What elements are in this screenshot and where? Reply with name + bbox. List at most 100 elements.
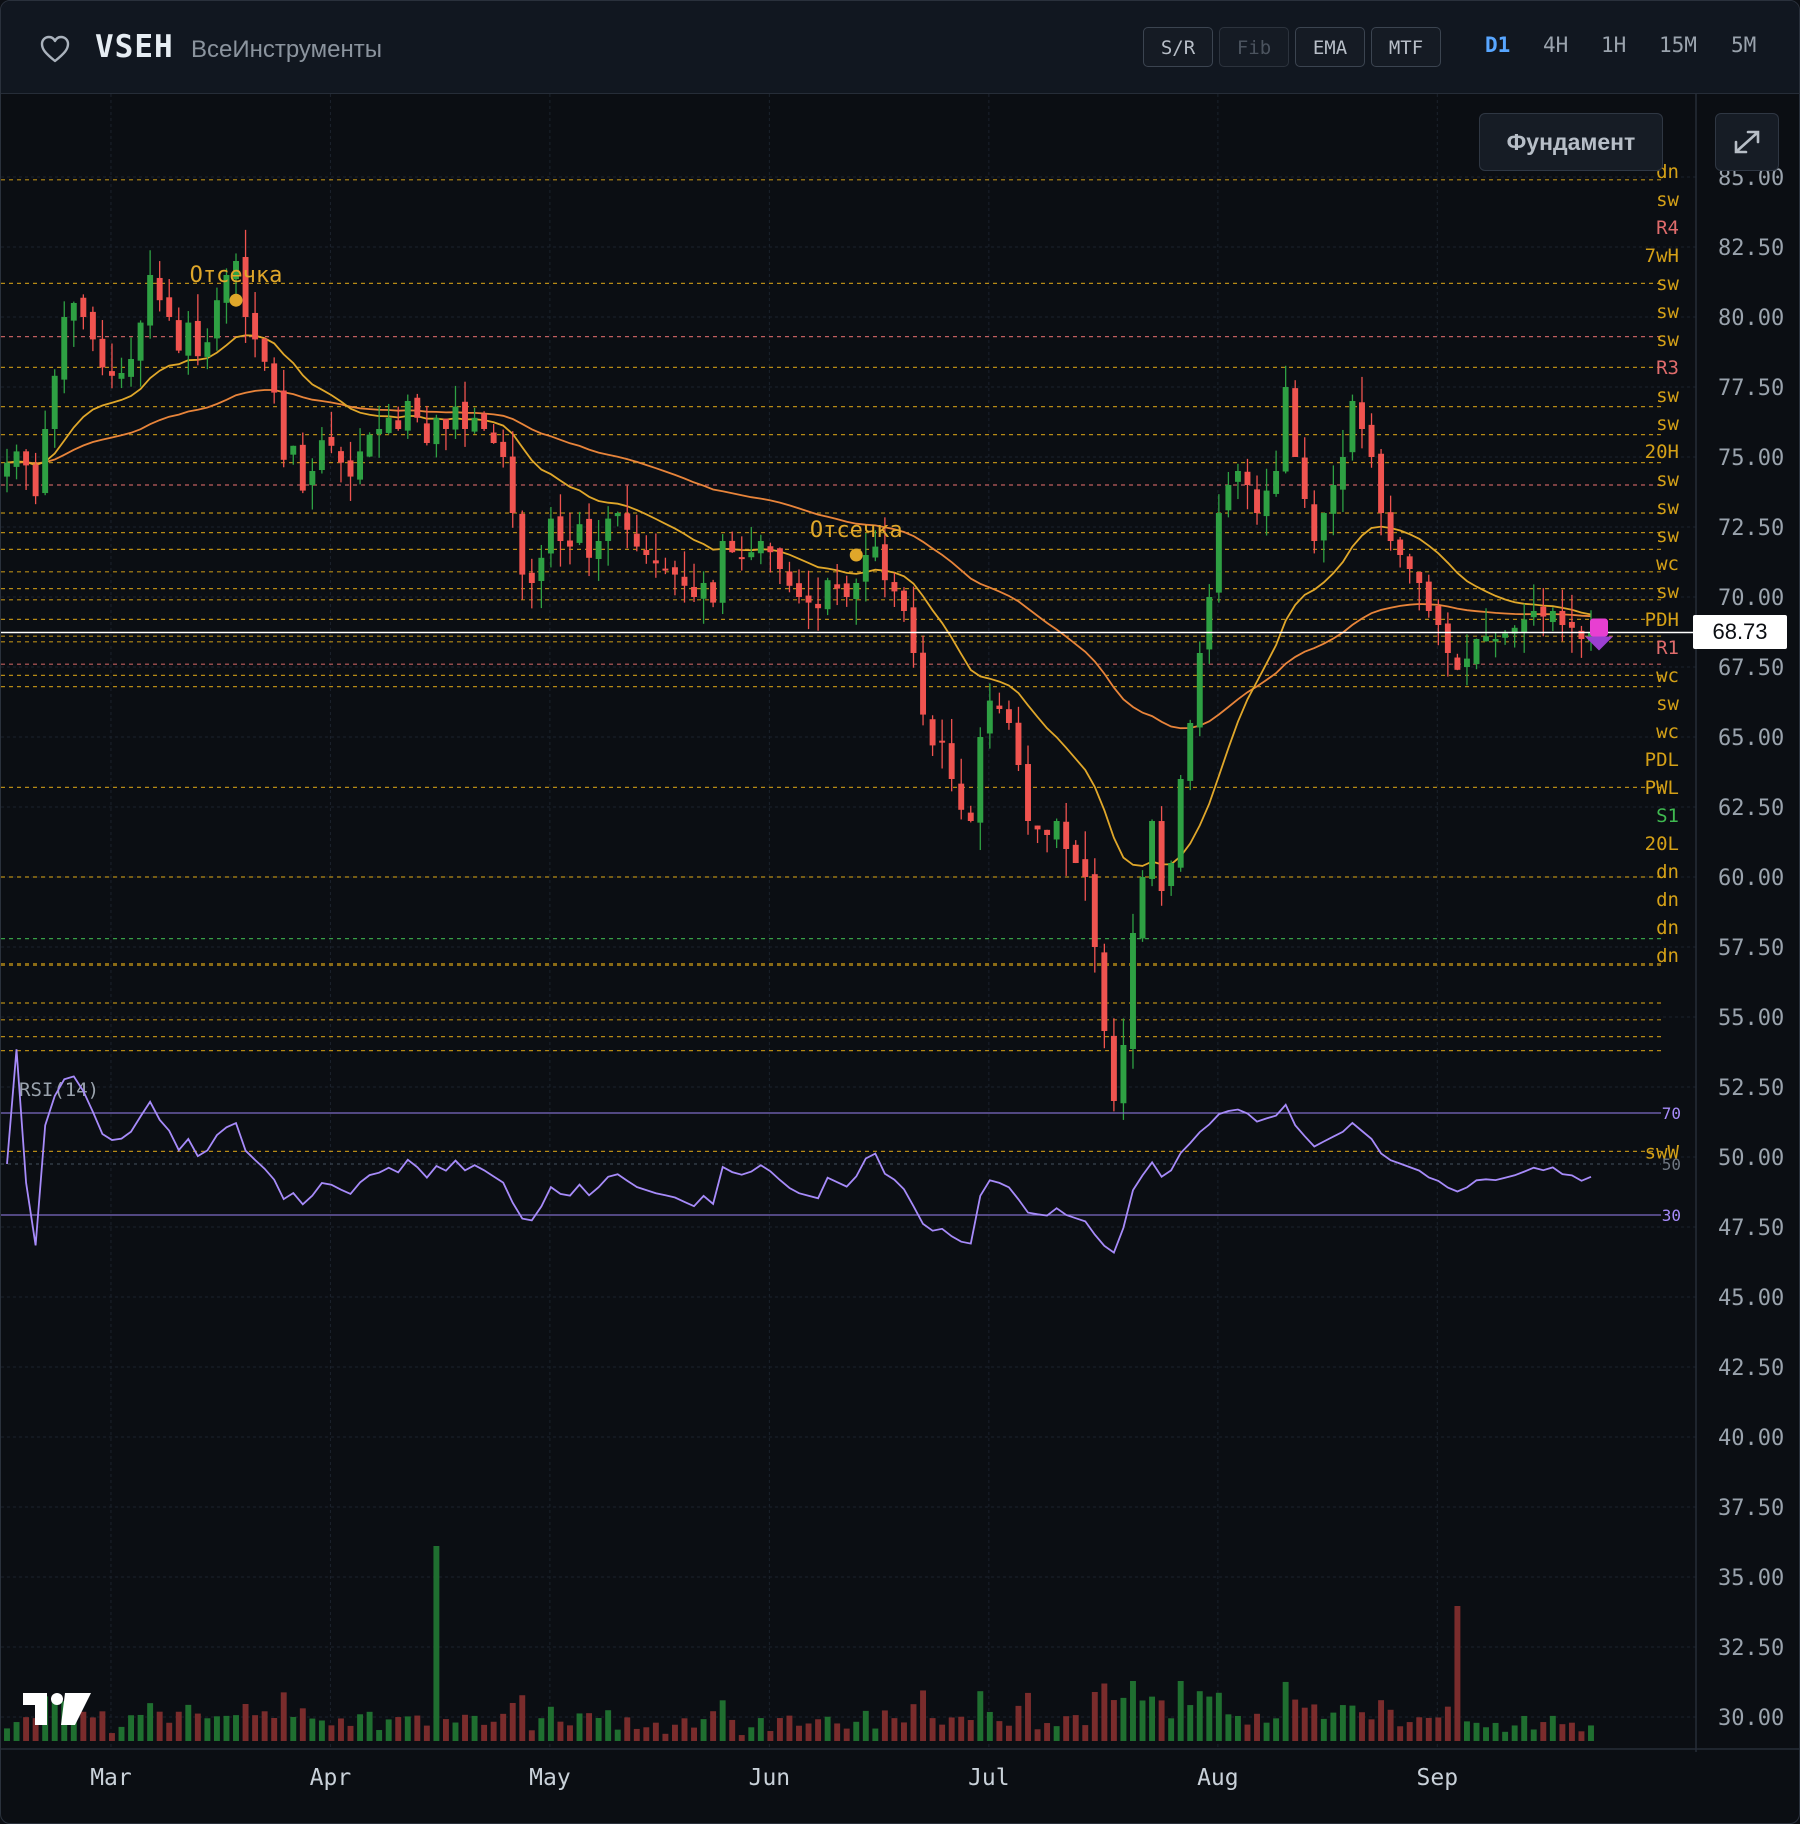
toggle-sr-button[interactable]: S/R (1143, 27, 1213, 67)
volume-bar (1025, 1692, 1031, 1741)
volume-bar (681, 1718, 688, 1741)
candle-body (366, 434, 373, 457)
header-bar: VSEH ВсеИнструменты S/R Fib EMA MTF D1 4… (1, 1, 1799, 94)
volume-bar (1521, 1715, 1528, 1741)
volume-bar (490, 1721, 497, 1741)
candle-body (1254, 489, 1260, 513)
volume-bar (547, 1706, 554, 1741)
candle-body (547, 518, 554, 554)
price-chart[interactable]: 85.0082.5080.0077.5075.0072.5070.0067.50… (1, 94, 1799, 1823)
candle-body (4, 462, 10, 477)
candle-body (757, 541, 764, 554)
candle-body (290, 445, 297, 455)
level-label: sw (1656, 497, 1679, 519)
candle (1349, 394, 1356, 461)
rsi-level-label: 30 (1662, 1206, 1681, 1225)
volume-bar (1082, 1725, 1089, 1741)
volume-bar (776, 1718, 783, 1741)
candle-body (1187, 723, 1194, 781)
candle-body (1320, 513, 1327, 541)
volume-bar (147, 1703, 154, 1741)
volume-bar (805, 1723, 812, 1741)
chart-area[interactable]: 85.00 82.50 80.00 77.50 75.00 72.50 70.00 67.50… (1, 94, 1799, 1823)
volume-bar (757, 1718, 764, 1741)
candle-body (395, 420, 402, 429)
volume-bar (901, 1722, 907, 1741)
timeframe-5m[interactable]: 5M (1731, 33, 1756, 57)
candle-body (1063, 821, 1070, 849)
candle-body (662, 568, 669, 571)
toggle-ema-button[interactable]: EMA (1295, 27, 1365, 67)
timeframe-1h[interactable]: 1H (1601, 33, 1626, 57)
volume-bar (767, 1731, 774, 1741)
volume-bar (1311, 1704, 1318, 1741)
volume-bar (1502, 1731, 1509, 1741)
volume-bar (1091, 1691, 1098, 1741)
candle-body (881, 544, 888, 581)
candle-body (1359, 402, 1365, 429)
level-label: dn (1656, 861, 1679, 883)
volume-bar (1168, 1718, 1175, 1741)
candle-body (452, 406, 459, 430)
candle-body (42, 429, 49, 494)
candle-body (624, 513, 631, 530)
candle-body (815, 603, 822, 609)
volume-bar (691, 1727, 697, 1741)
volume-bar (462, 1714, 468, 1741)
candle (1187, 719, 1194, 791)
candle-body (700, 583, 707, 599)
level-label: PWL (1645, 777, 1679, 799)
favorite-heart-icon[interactable] (39, 34, 71, 64)
volume-bar (194, 1713, 201, 1741)
toggle-mtf-button[interactable]: MTF (1371, 27, 1441, 67)
volume-bar (1292, 1699, 1299, 1741)
candle-body (1292, 388, 1299, 457)
volume-bar (1473, 1722, 1480, 1741)
volume-bar (920, 1690, 927, 1741)
candle-body (70, 303, 77, 321)
candle-body (1034, 825, 1041, 830)
volume-bar (891, 1718, 898, 1741)
timeframe-d1[interactable]: D1 (1485, 33, 1510, 57)
timeframe-4h[interactable]: 4H (1543, 33, 1568, 57)
volume-bar (1225, 1714, 1232, 1741)
candle-body (1025, 764, 1031, 821)
expand-button[interactable] (1715, 113, 1779, 171)
candle-body (691, 586, 697, 597)
volume-bar (1149, 1696, 1156, 1741)
candle-body (1549, 611, 1556, 623)
volume-bar (1254, 1713, 1260, 1741)
candle-body (929, 719, 936, 746)
toggle-fib-button[interactable]: Fib (1219, 27, 1289, 67)
timeframe-15m[interactable]: 15M (1659, 33, 1697, 57)
candle-body (194, 320, 201, 357)
y-axis-tick: 55.00 (1718, 1006, 1784, 1031)
candle-body (910, 607, 917, 653)
candle-body (1168, 863, 1175, 887)
candle-body (1492, 639, 1499, 642)
candle-body (299, 444, 306, 491)
level-label: R4 (1656, 217, 1679, 239)
volume-bar (862, 1710, 869, 1741)
candle-body (1282, 387, 1289, 472)
volume-bar (910, 1704, 917, 1741)
candle-body (901, 590, 907, 611)
volume-bar (853, 1721, 860, 1741)
volume-bar (271, 1717, 278, 1741)
volume-bar (166, 1722, 173, 1741)
candle-body (643, 549, 650, 555)
volume-bar (1339, 1705, 1346, 1741)
volume-bar (1120, 1697, 1127, 1741)
candle-body (671, 567, 678, 575)
y-axis-tick: 32.50 (1718, 1636, 1784, 1661)
volume-bar (1568, 1722, 1575, 1741)
candle-body (328, 436, 335, 446)
y-axis-tick: 40.00 (1718, 1426, 1784, 1451)
volume-bar (1177, 1681, 1184, 1741)
volume-bar (624, 1717, 631, 1741)
candle-body (204, 342, 211, 357)
volume-bar (1053, 1726, 1060, 1741)
volume-bar (586, 1713, 593, 1741)
y-axis-tick: 35.00 (1718, 1566, 1784, 1591)
fundament-button[interactable]: Фундамент (1479, 113, 1663, 171)
